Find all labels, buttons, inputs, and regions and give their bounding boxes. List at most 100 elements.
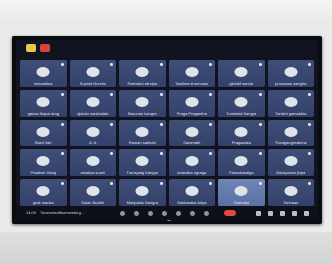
muted-mic-icon	[60, 182, 64, 186]
participant-tile[interactable]: Tonhaan	[267, 179, 314, 206]
participant-name: grak rsanka	[32, 199, 54, 205]
muted-mic-icon	[60, 92, 64, 96]
people-icon[interactable]	[268, 211, 273, 216]
avatar	[284, 156, 298, 167]
participant-tile[interactable]: Salan Budbh	[69, 179, 116, 206]
avatar	[36, 126, 50, 137]
avatar	[86, 186, 100, 197]
participant-name: ajshan sankhaiah	[77, 110, 109, 116]
muted-mic-icon	[308, 152, 311, 156]
info-icon[interactable]	[256, 211, 261, 216]
avatar	[185, 126, 199, 137]
avatar	[185, 96, 199, 107]
participant-tile[interactable]: Barunan kangra	[119, 89, 166, 117]
mic-icon[interactable]	[120, 211, 125, 216]
participant-name: Garhaka	[233, 199, 249, 205]
window-close-icon[interactable]	[40, 44, 50, 52]
participant-tile[interactable]: Raman sabirah	[119, 119, 166, 147]
participant-name: Raimahd slindya	[127, 80, 158, 86]
participant-name: Salan Budbh	[81, 199, 105, 205]
participant-tile[interactable]: shanadina	[20, 60, 67, 87]
avatar	[284, 186, 298, 197]
muted-mic-icon	[308, 63, 311, 66]
participant-tile[interactable]: Theagangmaikina	[267, 119, 314, 147]
participant-tile[interactable]: Basil Vari	[20, 119, 67, 147]
participant-name: amaliya suani	[80, 170, 105, 176]
participant-tile[interactable]: anaralka ngraga	[168, 149, 215, 177]
avatar	[135, 126, 149, 137]
muted-mic-icon	[60, 122, 64, 126]
muted-mic-icon	[60, 152, 64, 156]
participant-tile[interactable]: Sanharaka Adya	[168, 179, 215, 206]
meeting-control-bar: 14:00 Tonerodeoffsomeinforg...	[16, 206, 318, 220]
avatar	[86, 96, 100, 107]
participant-tile[interactable]: Backpacial jhipa	[267, 149, 314, 177]
muted-mic-icon	[110, 122, 113, 126]
activities-icon[interactable]	[292, 211, 297, 216]
avatar	[135, 67, 149, 77]
muted-mic-icon	[209, 63, 212, 66]
participant-tile[interactable]: ganaa thapa drag	[20, 89, 67, 117]
camera-toggle-icon[interactable]	[204, 211, 209, 216]
muted-mic-icon	[159, 63, 163, 66]
participant-name: Backpacial jhipa	[276, 170, 306, 176]
participant-tile[interactable]: Pragaaska	[218, 119, 265, 147]
participant-tile[interactable]: Manjulala Nangra	[119, 179, 166, 206]
muted-mic-icon	[110, 63, 113, 66]
participant-tile[interactable]: gildubf sanha	[218, 60, 265, 87]
participant-name: pronnaan sangha	[275, 80, 307, 86]
participant-tile[interactable]: Transpaig Kangrs	[119, 149, 166, 177]
participant-tile[interactable]: Sammath	[168, 119, 215, 147]
table-surface	[0, 232, 332, 264]
avatar	[185, 156, 199, 167]
participant-tile[interactable]: Paraakukalga	[218, 149, 265, 177]
avatar	[86, 126, 100, 137]
avatar	[86, 67, 100, 77]
share-screen-icon[interactable]	[148, 211, 153, 216]
chat-icon[interactable]	[280, 211, 285, 216]
participant-name: Transpaig Kangrs	[126, 170, 158, 176]
avatar	[36, 67, 50, 77]
participant-tile[interactable]: ajshan sankhaiah	[69, 89, 116, 117]
hand-icon[interactable]	[190, 211, 195, 216]
participant-tile[interactable]: grak rsanka	[20, 179, 67, 206]
window-minimize-icon[interactable]	[26, 44, 36, 52]
avatar	[234, 156, 248, 167]
participant-tile[interactable]: Raimahd slindya	[119, 60, 166, 87]
participant-name: Tonishi gamaktha	[275, 110, 307, 116]
muted-mic-icon	[258, 92, 262, 96]
more-icon[interactable]	[176, 211, 181, 216]
participant-tile[interactable]: amaliya suani	[69, 149, 116, 177]
avatar	[284, 67, 298, 77]
participant-name: Manjulala Nangra	[126, 199, 158, 205]
participant-tile[interactable]: Tunshied Kangra	[218, 89, 265, 117]
participant-tile[interactable]: Praga Pragantha	[168, 89, 215, 117]
lock-icon[interactable]	[304, 211, 309, 216]
participant-name: Raman sabirah	[128, 140, 156, 146]
emoji-icon[interactable]	[162, 211, 167, 216]
avatar	[284, 96, 298, 107]
participant-tile[interactable]: pronnaan sangha	[267, 60, 314, 87]
participant-name: A. A	[89, 140, 97, 146]
participant-grid: shanadina Sophia Nunnis Raimahd slindya Taa…	[20, 60, 314, 206]
avatar	[234, 186, 248, 197]
muted-mic-icon	[258, 182, 262, 186]
participant-name: Theagangmaikina	[274, 140, 307, 146]
muted-mic-icon	[159, 152, 163, 156]
avatar	[284, 126, 298, 137]
camera-icon[interactable]	[134, 211, 139, 216]
participant-name: anaralka ngraga	[177, 170, 207, 176]
participant-name: ganaa thapa drag	[27, 110, 59, 116]
participant-tile[interactable]: Sophia Nunnis	[69, 60, 116, 87]
muted-mic-icon	[308, 122, 311, 126]
avatar	[185, 186, 199, 197]
muted-mic-icon	[209, 92, 212, 96]
participant-tile[interactable]: A. A	[69, 119, 116, 147]
participant-tile[interactable]: Pradesh Hang	[20, 149, 67, 177]
participant-tile[interactable]: Garhaka	[218, 179, 265, 206]
end-call-button[interactable]	[224, 210, 236, 216]
participant-tile[interactable]: Taatima sharrosan	[168, 60, 215, 87]
participant-name: Sophia Nunnis	[79, 80, 106, 86]
participant-name: Taatima sharrosan	[175, 80, 209, 86]
participant-tile[interactable]: Tonishi gamaktha	[267, 89, 314, 117]
